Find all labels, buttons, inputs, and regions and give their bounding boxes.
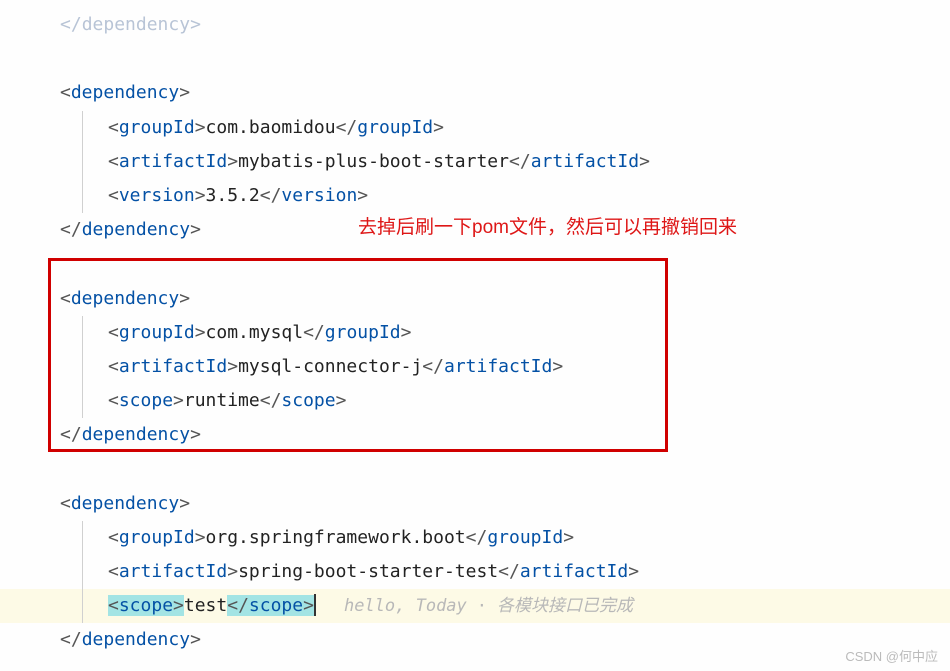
highlighted-code-line: <scope>test</scope>hello, Today·各模块接口已完成 <box>0 589 950 623</box>
code-line: <artifactId>spring-boot-starter-test</ar… <box>0 555 950 589</box>
code-line: <version>3.5.2</version> <box>0 179 950 213</box>
blank-line <box>0 247 950 281</box>
annotation-text: 去掉后刷一下pom文件，然后可以再撤销回来 <box>358 212 737 239</box>
code-line: </dependency> <box>0 623 950 657</box>
code-editor[interactable]: </dependency> <dependency> <groupId>com.… <box>0 0 950 666</box>
watermark: CSDN @何中应 <box>845 646 938 665</box>
code-line: <artifactId>mybatis-plus-boot-starter</a… <box>0 145 950 179</box>
inline-hint: hello, Today·各模块接口已完成 <box>344 596 633 616</box>
code-line: </dependency> <box>0 418 950 452</box>
code-line: <scope>runtime</scope> <box>0 384 950 418</box>
code-line: <groupId>com.baomidou</groupId> <box>0 111 950 145</box>
blank-line <box>0 42 950 76</box>
code-line: <artifactId>mysql-connector-j</artifactI… <box>0 350 950 384</box>
code-line: </dependency> <box>0 8 950 42</box>
code-line: <groupId>com.mysql</groupId> <box>0 316 950 350</box>
code-line: <dependency> <box>0 282 950 316</box>
code-line: <dependency> <box>0 76 950 110</box>
code-line: <groupId>org.springframework.boot</group… <box>0 521 950 555</box>
text-cursor <box>314 594 316 616</box>
code-line: <dependency> <box>0 487 950 521</box>
blank-line <box>0 452 950 486</box>
